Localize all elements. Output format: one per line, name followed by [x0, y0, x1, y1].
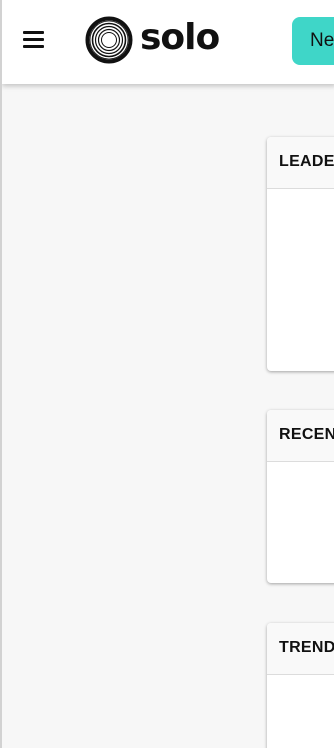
app-page: solo New LEADERBOARD RECENT TRENDING [0, 0, 334, 748]
hamburger-menu-icon[interactable] [23, 31, 44, 48]
edge-marker [0, 293, 2, 297]
logo-text: solo [140, 17, 220, 58]
edge-marker [0, 384, 2, 388]
concentric-circle-logo-icon [85, 16, 133, 64]
card-title: LEADERBOARD [267, 137, 334, 189]
edge-marker [0, 170, 2, 174]
card-title: RECENT [267, 410, 334, 462]
solo-logo[interactable]: solo [85, 16, 220, 64]
card-title: TRENDING [267, 623, 334, 675]
new-button[interactable]: New [292, 17, 334, 65]
edge-marker [0, 627, 2, 631]
top-app-bar: solo New [2, 0, 334, 84]
edge-marker [0, 511, 2, 515]
recent-card: RECENT [267, 410, 334, 583]
trending-card: TRENDING [267, 623, 334, 748]
leaderboard-card: LEADERBOARD [267, 137, 334, 371]
